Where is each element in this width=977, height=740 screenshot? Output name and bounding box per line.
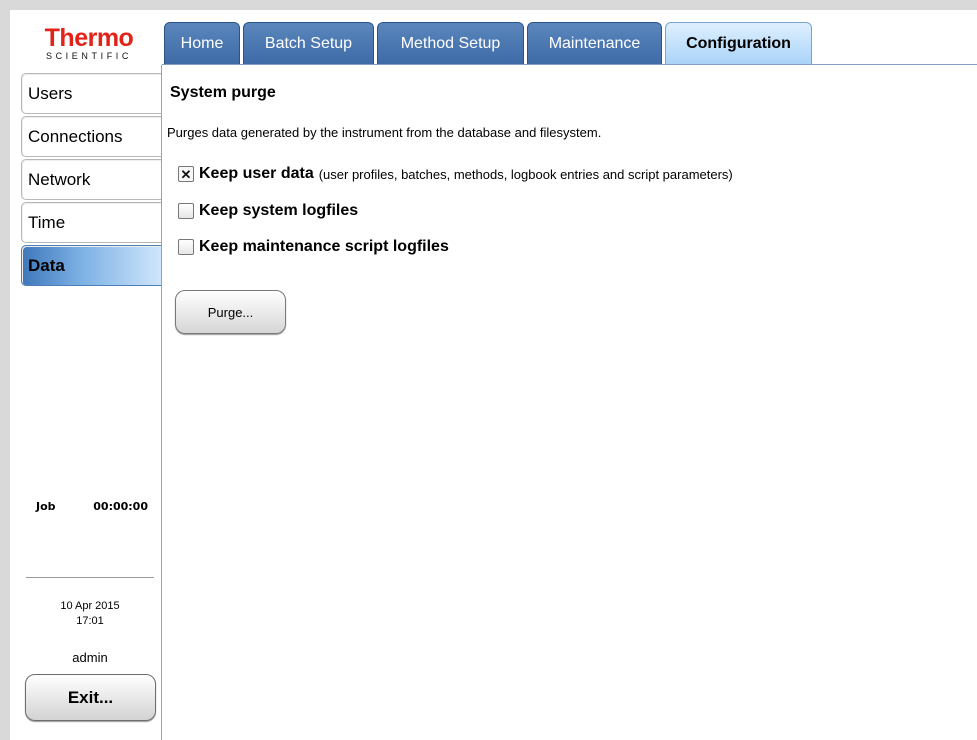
tab-configuration[interactable]: Configuration — [665, 22, 812, 65]
logo-wordmark: Thermo — [44, 24, 134, 52]
sidebar-item-label: Users — [28, 83, 73, 103]
logo-subtitle: SCIENTIFIC — [45, 51, 132, 61]
datetime-display: 10 Apr 2015 17:01 — [30, 599, 150, 629]
sidebar-item-label: Connections — [28, 126, 123, 146]
option-keep-system-logfiles[interactable]: Keep system logfiles — [178, 201, 358, 221]
tab-method-setup[interactable]: Method Setup — [377, 22, 524, 65]
tab-label: Home — [180, 35, 224, 52]
sidebar-item-label: Time — [28, 212, 66, 232]
current-time: 17:01 — [76, 615, 104, 627]
checkmark-icon: ✕ — [180, 166, 192, 182]
page-description: Purges data generated by the instrument … — [167, 125, 602, 140]
sidebar-item-label: Network — [28, 169, 91, 189]
tab-label: Configuration — [686, 35, 791, 52]
window-left-border — [0, 0, 10, 740]
tab-maintenance[interactable]: Maintenance — [527, 22, 662, 65]
sidebar-item-network[interactable]: Network — [21, 159, 161, 200]
thermo-scientific-logo: Thermo SCIENTIFIC — [22, 26, 156, 64]
option-label: Keep system logfiles — [199, 202, 359, 219]
sidebar-item-users[interactable]: Users — [21, 73, 161, 114]
sidebar-item-time[interactable]: Time — [21, 202, 161, 243]
option-hint: (user profiles, batches, methods, logboo… — [318, 166, 733, 182]
job-timer: Job 00:00:00 — [36, 500, 148, 513]
option-keep-maintenance-logfiles[interactable]: Keep maintenance script logfiles — [178, 237, 449, 257]
sidebar-nav: Users Connections Network Time Data — [21, 73, 161, 288]
page-title: System purge — [170, 84, 276, 101]
keep-user-data-checkbox[interactable]: ✕ — [178, 166, 194, 182]
option-keep-user-data[interactable]: ✕ Keep user data (user profiles, batches… — [178, 164, 733, 184]
job-label: Job — [36, 500, 56, 513]
keep-system-logfiles-checkbox[interactable] — [178, 203, 194, 219]
tab-label: Method Setup — [400, 35, 501, 52]
main-tab-bar: Home Batch Setup Method Setup Maintenanc… — [164, 22, 815, 65]
keep-maintenance-logfiles-checkbox[interactable] — [178, 239, 194, 255]
tab-label: Batch Setup — [264, 35, 353, 52]
tab-batch-setup[interactable]: Batch Setup — [243, 22, 374, 65]
option-label: Keep maintenance script logfiles — [199, 238, 449, 255]
sidebar-item-label: Data — [28, 255, 65, 275]
current-date: 10 Apr 2015 — [60, 600, 120, 612]
tab-label: Maintenance — [548, 35, 641, 52]
exit-button[interactable]: Exit... — [25, 674, 156, 721]
sidebar-separator — [26, 577, 154, 578]
current-user: admin — [72, 650, 108, 665]
tab-home[interactable]: Home — [164, 22, 240, 65]
purge-button[interactable]: Purge... — [175, 290, 286, 334]
option-label: Keep user data — [199, 165, 314, 182]
job-time: 00:00:00 — [93, 500, 148, 513]
window-top-border — [0, 0, 977, 10]
main-panel: System purge Purges data generated by th… — [162, 65, 977, 740]
sidebar-item-connections[interactable]: Connections — [21, 116, 161, 157]
sidebar-item-data[interactable]: Data — [21, 245, 161, 286]
